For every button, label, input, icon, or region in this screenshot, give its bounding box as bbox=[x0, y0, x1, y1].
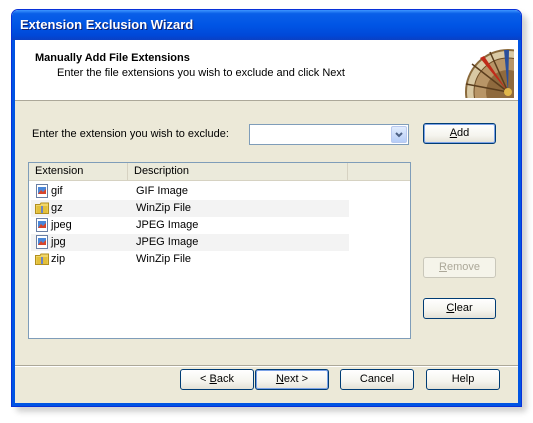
dropdown-button[interactable] bbox=[391, 126, 407, 143]
list-item[interactable]: gif GIF Image bbox=[31, 183, 349, 200]
zip-folder-icon bbox=[35, 201, 49, 215]
help-button[interactable]: Help bbox=[426, 369, 500, 390]
extension-cell: jpeg bbox=[51, 219, 72, 231]
extension-cell: jpg bbox=[51, 236, 66, 248]
add-button[interactable]: Add bbox=[423, 123, 496, 144]
window-title: Extension Exclusion Wizard bbox=[20, 17, 194, 32]
extension-combobox[interactable] bbox=[249, 124, 409, 145]
image-file-icon bbox=[35, 235, 49, 249]
wizard-window: Extension Exclusion Wizard Manually Add … bbox=[11, 9, 522, 407]
remove-button[interactable]: Remove bbox=[423, 257, 496, 278]
back-button[interactable]: < Back bbox=[180, 369, 254, 390]
page-subtitle: Enter the file extensions you wish to ex… bbox=[57, 67, 345, 79]
list-item[interactable]: gz WinZip File bbox=[31, 200, 349, 217]
image-file-icon bbox=[35, 218, 49, 232]
title-bar[interactable]: Extension Exclusion Wizard bbox=[12, 10, 521, 40]
zip-folder-icon bbox=[35, 252, 49, 266]
extension-list[interactable]: Extension Description gif GIF Image gz WinZ… bbox=[28, 162, 411, 339]
wizard-header: Manually Add File Extensions Enter the f… bbox=[15, 40, 518, 101]
description-cell: WinZip File bbox=[136, 202, 192, 214]
page-title: Manually Add File Extensions bbox=[35, 52, 190, 64]
chevron-down-icon bbox=[395, 132, 403, 138]
extension-label: Enter the extension you wish to exclude: bbox=[32, 128, 229, 140]
list-header: Extension Description bbox=[29, 163, 410, 181]
column-extension[interactable]: Extension bbox=[29, 163, 128, 180]
extension-cell: gif bbox=[51, 185, 63, 197]
clear-button[interactable]: Clear bbox=[423, 298, 496, 319]
description-cell: WinZip File bbox=[136, 253, 192, 265]
list-item[interactable]: jpg JPEG Image bbox=[31, 234, 349, 251]
list-item[interactable]: zip WinZip File bbox=[31, 251, 349, 268]
description-cell: GIF Image bbox=[136, 185, 188, 197]
description-cell: JPEG Image bbox=[136, 236, 199, 248]
image-file-icon bbox=[35, 184, 49, 198]
column-description[interactable]: Description bbox=[128, 163, 348, 180]
extension-cell: zip bbox=[51, 253, 66, 265]
extension-cell: gz bbox=[51, 202, 63, 214]
footer-divider bbox=[15, 365, 518, 367]
cancel-button[interactable]: Cancel bbox=[340, 369, 414, 390]
window-frame-bottom bbox=[12, 403, 521, 406]
description-cell: JPEG Image bbox=[136, 219, 199, 231]
window-frame-right bbox=[518, 40, 521, 406]
list-item[interactable]: jpeg JPEG Image bbox=[31, 217, 349, 234]
compass-wheel-icon bbox=[465, 49, 514, 98]
next-button[interactable]: Next > bbox=[255, 369, 329, 390]
